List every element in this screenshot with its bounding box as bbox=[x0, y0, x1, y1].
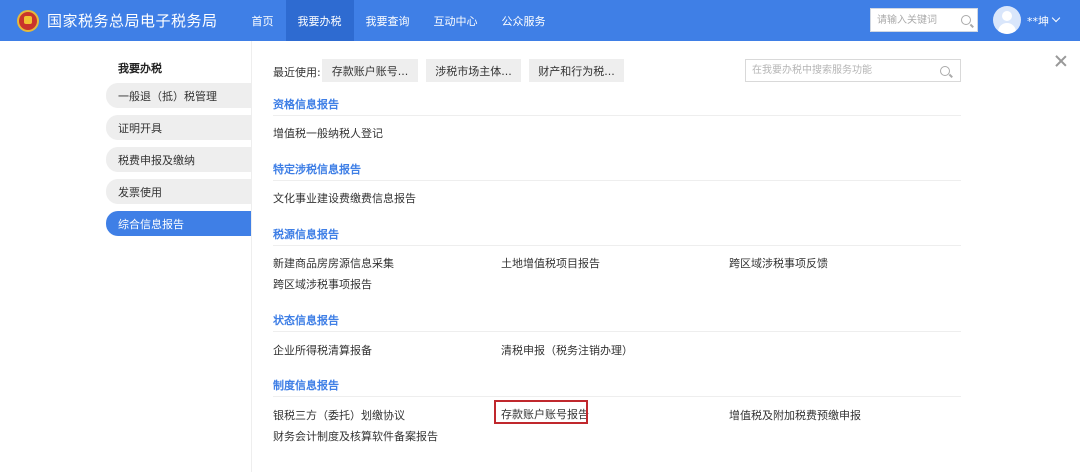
recent-item-market-entity[interactable]: 涉税市场主体... bbox=[426, 59, 521, 82]
section-title-tax-source: 税源信息报告 bbox=[273, 228, 339, 241]
link-vat-general-taxpayer[interactable]: 增值税一般纳税人登记 bbox=[273, 125, 383, 141]
section-divider bbox=[273, 331, 961, 332]
highlight-box bbox=[494, 400, 588, 424]
main-nav: 首页 我要办税 我要查询 互动中心 公众服务 bbox=[240, 0, 558, 41]
nav-do-tax[interactable]: 我要办税 bbox=[285, 0, 354, 41]
sidebar-divider bbox=[251, 41, 252, 472]
sidebar-item-info-report[interactable]: 综合信息报告 bbox=[106, 211, 251, 236]
link-accounting-filing[interactable]: 财务会计制度及核算软件备案报告 bbox=[273, 428, 438, 444]
tax-emblem-icon bbox=[17, 9, 39, 32]
nav-public-service[interactable]: 公众服务 bbox=[490, 0, 558, 41]
section-title-system: 制度信息报告 bbox=[273, 379, 339, 392]
section-title-specific-tax-info: 特定涉税信息报告 bbox=[273, 163, 361, 176]
section-divider bbox=[273, 245, 961, 246]
link-liquidation-filing[interactable]: 企业所得税清算报备 bbox=[273, 342, 372, 358]
nav-query[interactable]: 我要查询 bbox=[354, 0, 422, 41]
section-divider bbox=[273, 115, 961, 116]
sidebar-item-certificate[interactable]: 证明开具 bbox=[106, 115, 251, 140]
avatar[interactable] bbox=[993, 6, 1021, 34]
link-vat-prepayment[interactable]: 增值税及附加税费预缴申报 bbox=[729, 407, 861, 423]
top-search-box bbox=[870, 8, 978, 32]
recent-item-deposit-account[interactable]: 存款账户账号... bbox=[322, 59, 418, 82]
user-name[interactable]: **坤 bbox=[1027, 13, 1049, 29]
sidebar-item-declaration[interactable]: 税费申报及缴纳 bbox=[106, 147, 251, 172]
top-search-input[interactable] bbox=[871, 10, 957, 30]
search-icon[interactable] bbox=[961, 15, 971, 25]
link-culture-fee-report[interactable]: 文化事业建设费缴费信息报告 bbox=[273, 190, 416, 206]
section-divider bbox=[273, 396, 961, 397]
service-search-box bbox=[745, 59, 961, 82]
service-search-input[interactable] bbox=[746, 61, 936, 80]
nav-home[interactable]: 首页 bbox=[240, 0, 286, 41]
link-tripartite-agreement[interactable]: 银税三方（委托）划缴协议 bbox=[273, 407, 405, 423]
sidebar-title: 我要办税 bbox=[118, 62, 162, 75]
recent-label: 最近使用: bbox=[273, 66, 321, 79]
search-icon[interactable] bbox=[940, 65, 950, 76]
sidebar-item-refund[interactable]: 一般退（抵）税管理 bbox=[106, 83, 251, 108]
link-tax-clearance[interactable]: 清税申报（税务注销办理） bbox=[501, 342, 633, 358]
section-title-qualification: 资格信息报告 bbox=[273, 98, 339, 111]
link-new-housing-source[interactable]: 新建商品房房源信息采集 bbox=[273, 255, 394, 271]
site-title: 国家税务总局电子税务局 bbox=[47, 12, 218, 30]
sidebar-item-invoice[interactable]: 发票使用 bbox=[106, 179, 251, 204]
close-icon[interactable] bbox=[1055, 55, 1067, 67]
link-cross-region-report[interactable]: 跨区域涉税事项报告 bbox=[273, 276, 372, 292]
recent-item-property-tax[interactable]: 财产和行为税... bbox=[529, 59, 624, 82]
section-title-status: 状态信息报告 bbox=[273, 314, 339, 327]
section-divider bbox=[273, 180, 961, 181]
link-cross-region-feedback[interactable]: 跨区域涉税事项反馈 bbox=[729, 255, 828, 271]
link-land-vat-project[interactable]: 土地增值税项目报告 bbox=[501, 255, 600, 271]
nav-interaction[interactable]: 互动中心 bbox=[422, 0, 490, 41]
